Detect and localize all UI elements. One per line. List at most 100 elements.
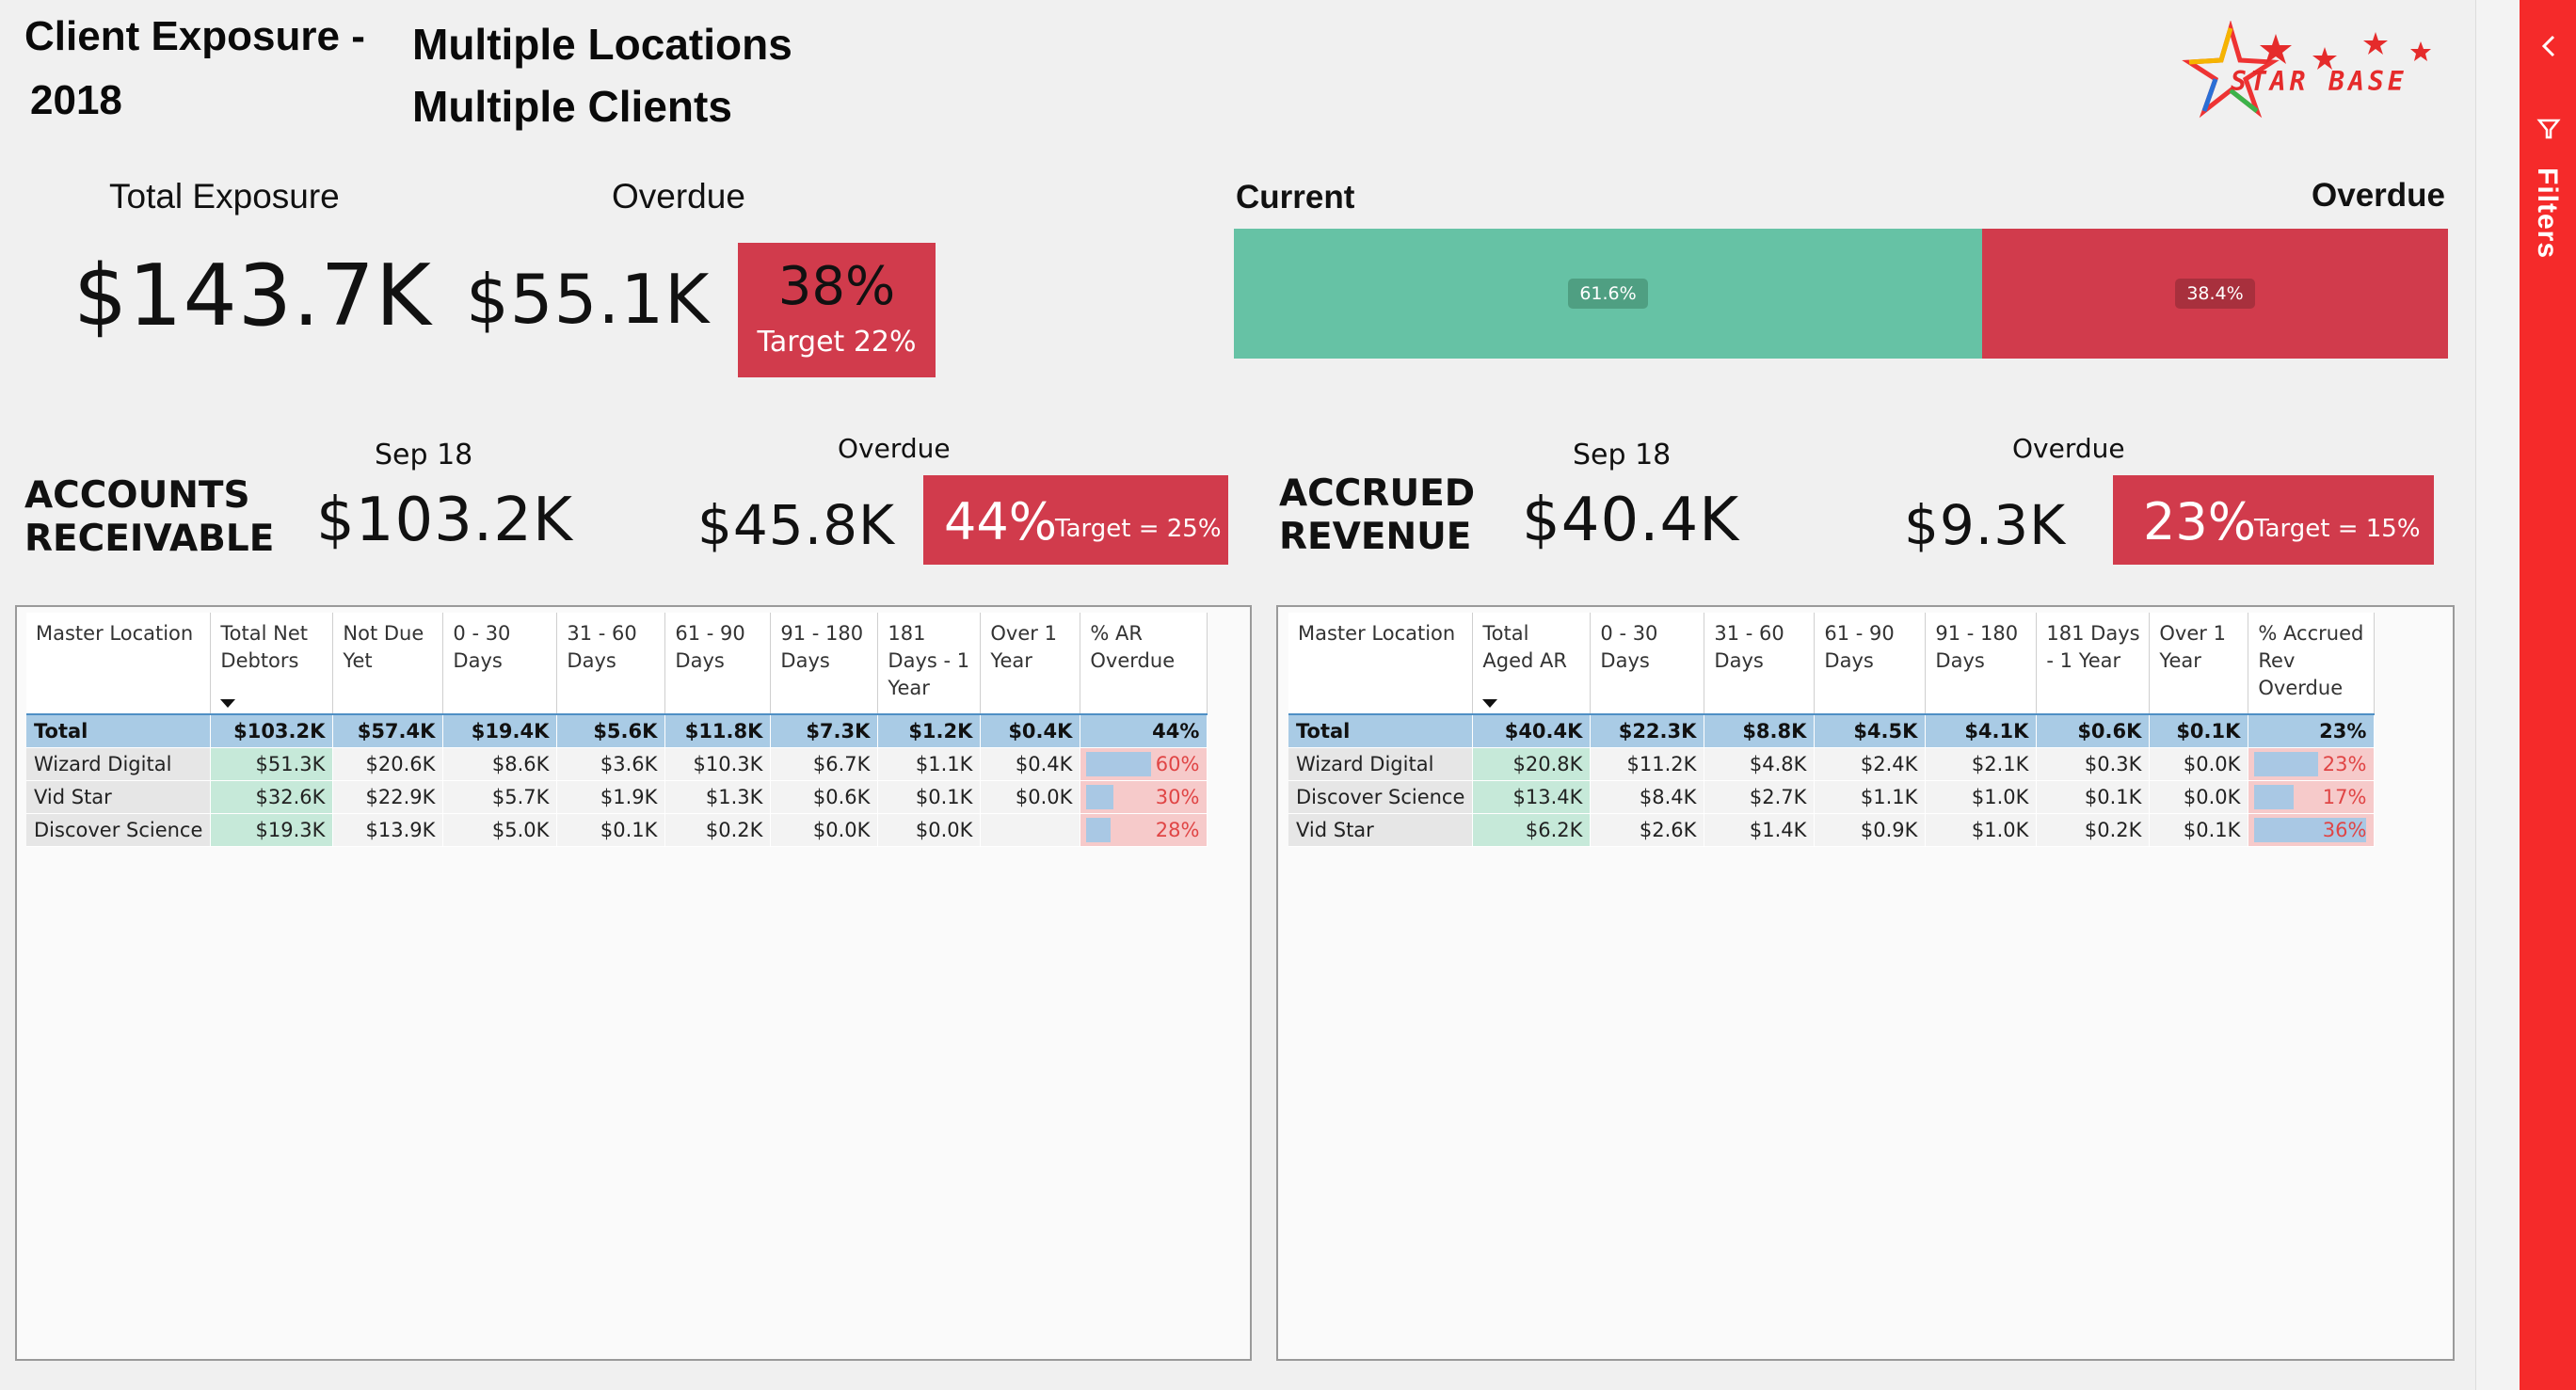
current-label: Current <box>1236 179 1355 216</box>
ar-table-row[interactable]: Wizard Digital $51.3K $20.6K $8.6K $3.6K $10.… <box>26 747 1208 781</box>
logo-text: STAR BASE <box>2231 66 2408 97</box>
accrued-col-header-label: Total Aged AR <box>1482 622 1567 672</box>
ar-total-cell: $32.6K <box>210 780 334 814</box>
current-overdue-bar: 61.6% 38.4% <box>1234 229 2448 359</box>
accrued-col-header-label: 181 Days - 1 Year <box>2046 622 2140 672</box>
ar-value-cell: $0.1K <box>877 780 982 814</box>
ar-value-cell: $11.8K <box>664 713 772 748</box>
ar-value-cell: $0.0K <box>877 813 982 847</box>
collapse-chevron-icon[interactable] <box>2540 34 2557 58</box>
ar-col-header[interactable]: 181 Days - 1 Year <box>877 613 982 714</box>
ar-header-row: Master Location Total Net Debtors Not Due … <box>26 613 1208 714</box>
report-scroll-edge <box>2475 0 2520 1390</box>
ar-col-header[interactable]: Not Due Yet <box>332 613 444 714</box>
ar-col-header[interactable]: % AR Overdue <box>1080 613 1208 714</box>
ar-value-cell: $0.0K <box>980 780 1081 814</box>
ar-col-header[interactable]: 91 - 180 Days <box>770 613 879 714</box>
overdue-label: Overdue <box>612 177 745 216</box>
accrued-col-header[interactable]: Master Location <box>1288 613 1474 714</box>
accrued-location-cell: Wizard Digital <box>1288 747 1474 781</box>
ar-col-header[interactable]: Master Location <box>26 613 212 714</box>
accrued-value-cell: $1.1K <box>1814 780 1927 814</box>
accrued-value-cell: $2.1K <box>1925 747 2038 781</box>
ar-table-row[interactable]: Discover Science $19.3K $13.9K $5.0K $0.1K $0… <box>26 813 1208 847</box>
sort-descending-icon[interactable] <box>1482 699 1498 708</box>
ar-value-cell: $5.6K <box>556 713 666 748</box>
accrued-col-header-label: 61 - 90 Days <box>1824 622 1895 672</box>
filters-pane-rail[interactable]: Filters <box>2520 0 2576 1390</box>
ar-table-row[interactable]: Vid Star $32.6K $22.9K $5.7K $1.9K $1.3K $0.6K… <box>26 780 1208 814</box>
ar-overdue-pct-cell: 60% <box>1080 747 1208 781</box>
accrued-value-cell: 23% <box>2248 713 2376 748</box>
overdue-target: Target 22% <box>757 326 917 359</box>
accrued-value-cell: $0.0K <box>2149 747 2249 781</box>
accrued-overdue-pct-cell: 17% <box>2248 780 2376 814</box>
accrued-col-header[interactable]: % Accrued Rev Overdue <box>2248 613 2376 714</box>
ar-value-cell: $5.0K <box>442 813 558 847</box>
report-subtitle-locations: Multiple Locations <box>412 20 792 69</box>
accrued-value-cell: $40.4K <box>1472 713 1592 748</box>
ar-col-header-label: Not Due Yet <box>343 622 424 672</box>
accrued-col-header[interactable]: Total Aged AR <box>1472 613 1592 714</box>
filter-funnel-icon[interactable] <box>2536 117 2561 141</box>
ar-overdue-percent: 44% <box>944 492 1058 551</box>
ar-value-cell: $1.3K <box>664 780 772 814</box>
ar-value-cell: $7.3K <box>770 713 879 748</box>
ar-overdue-label: Overdue <box>838 433 951 464</box>
ar-value-cell: $5.7K <box>442 780 558 814</box>
accrued-value-cell: $0.3K <box>2036 747 2151 781</box>
current-percent-label: 61.6% <box>1568 279 1648 309</box>
ar-overdue-pct-value: 28% <box>1155 819 1200 841</box>
ar-col-header[interactable]: Total Net Debtors <box>210 613 334 714</box>
filters-label[interactable]: Filters <box>2531 168 2563 259</box>
accrued-col-header[interactable]: Over 1 Year <box>2149 613 2249 714</box>
ar-overdue-data-bar <box>1086 785 1113 809</box>
accrued-value: $40.4K <box>1522 486 1740 555</box>
ar-title-line1: ACCOUNTS <box>24 474 250 517</box>
report-year: 2018 <box>30 77 122 123</box>
ar-col-header[interactable]: 0 - 30 Days <box>442 613 558 714</box>
ar-period: Sep 18 <box>375 439 473 471</box>
accrued-table-row[interactable]: Vid Star $6.2K $2.6K $1.4K $0.9K $1.0K $0.2K $0… <box>1288 813 2376 847</box>
accrued-table-row[interactable]: Wizard Digital $20.8K $11.2K $4.8K $2.4K $2.1… <box>1288 747 2376 781</box>
ar-value-cell: $0.0K <box>770 813 879 847</box>
accrued-col-header[interactable]: 181 Days - 1 Year <box>2036 613 2151 714</box>
ar-location-cell: Vid Star <box>26 780 212 814</box>
overdue-value: $55.1K <box>466 260 711 339</box>
ar-col-header[interactable]: 31 - 60 Days <box>556 613 666 714</box>
accrued-col-header[interactable]: 31 - 60 Days <box>1704 613 1816 714</box>
ar-col-header-label: % AR Overdue <box>1090 622 1176 672</box>
accrued-value-cell: $2.7K <box>1704 780 1816 814</box>
accrued-overdue-data-bar <box>2254 752 2319 776</box>
accrued-table-row[interactable]: Discover Science $13.4K $8.4K $2.7K $1.1K $1.… <box>1288 780 2376 814</box>
ar-value-cell: $3.6K <box>556 747 666 781</box>
accrued-col-header[interactable]: 91 - 180 Days <box>1925 613 2038 714</box>
ar-col-header-label: 181 Days - 1 Year <box>888 622 970 699</box>
ar-value-cell: $1.1K <box>877 747 982 781</box>
accrued-overdue-data-bar <box>2254 785 2294 809</box>
report-title: Client Exposure - <box>24 13 365 59</box>
accrued-value-cell: $0.9K <box>1814 813 1927 847</box>
accrued-overdue-pct-value: 17% <box>2322 786 2367 808</box>
accrued-col-header-label: 0 - 30 Days <box>1600 622 1658 672</box>
sort-descending-icon[interactable] <box>220 699 236 708</box>
ar-col-header-label: 61 - 90 Days <box>675 622 745 672</box>
accrued-col-header-label: 91 - 180 Days <box>1935 622 2019 672</box>
accrued-col-header[interactable]: 61 - 90 Days <box>1814 613 1927 714</box>
ar-overdue-card: 44% Target = 25% <box>923 475 1228 565</box>
accrued-location-cell: Vid Star <box>1288 813 1474 847</box>
accrued-overdue-label: Overdue <box>2012 433 2125 464</box>
overdue-segment[interactable]: 38.4% <box>1982 229 2448 359</box>
ar-value-cell: $1.2K <box>877 713 982 748</box>
ar-value: $103.2K <box>316 486 573 555</box>
accrued-col-header-label: % Accrued Rev Overdue <box>2258 622 2364 699</box>
accrued-title-line1: ACCRUED <box>1279 472 1476 515</box>
current-segment[interactable]: 61.6% <box>1234 229 1982 359</box>
ar-col-header-label: Over 1 Year <box>990 622 1057 672</box>
ar-col-header[interactable]: 61 - 90 Days <box>664 613 772 714</box>
accrued-total-row[interactable]: Total $40.4K $22.3K $8.8K $4.5K $4.1K $0.6K $0.… <box>1288 713 2376 748</box>
accrued-col-header[interactable]: 0 - 30 Days <box>1590 613 1705 714</box>
ar-col-header[interactable]: Over 1 Year <box>980 613 1081 714</box>
ar-total-row[interactable]: Total $103.2K $57.4K $19.4K $5.6K $11.8K $7.3K… <box>26 713 1208 748</box>
accrued-overdue-value: $9.3K <box>1904 493 2067 557</box>
